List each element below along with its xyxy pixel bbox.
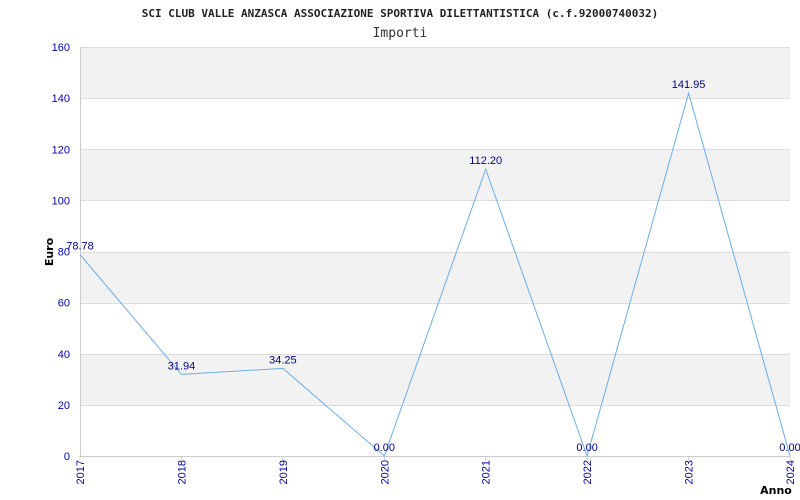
x-tick-label: 2018 <box>176 460 188 484</box>
data-label: 0.00 <box>576 442 597 454</box>
y-tick-label: 100 <box>52 195 70 207</box>
data-label: 0.00 <box>779 442 800 454</box>
y-tick-label: 120 <box>52 144 70 156</box>
x-tick-label: 2019 <box>278 460 290 484</box>
x-tick-label: 2020 <box>379 460 391 484</box>
y-tick-label: 40 <box>58 349 70 361</box>
plot-area: 0204060801001201401602017 2018 2019 2020 202… <box>52 42 800 484</box>
y-tick-label: 140 <box>52 93 70 105</box>
y-axis-title: Euro <box>43 237 56 266</box>
y-tick-label: 20 <box>58 400 70 412</box>
data-label: 141.95 <box>672 79 706 91</box>
x-tick-label: 2017 <box>75 460 87 484</box>
data-label: 0.00 <box>374 442 395 454</box>
x-axis-title: Anno <box>760 484 792 497</box>
data-label: 112.20 <box>469 155 502 167</box>
y-tick-label: 160 <box>52 42 70 54</box>
y-tick-label: 0 <box>64 451 70 463</box>
x-tick-label: 2024 <box>785 460 797 484</box>
x-tick-label: 2021 <box>481 460 493 484</box>
data-label: 31.94 <box>168 360 196 372</box>
chart-subtitle: Importi <box>373 26 428 41</box>
grid-band <box>80 251 790 303</box>
data-label: 34.25 <box>269 354 297 366</box>
x-tick-label: 2022 <box>582 460 594 484</box>
grid-band <box>80 149 790 201</box>
chart-title: SCI CLUB VALLE ANZASCA ASSOCIAZIONE SPOR… <box>142 7 659 20</box>
y-tick-label: 60 <box>58 298 70 310</box>
data-label: 78.78 <box>66 241 94 253</box>
x-tick-label: 2023 <box>684 460 696 484</box>
line-chart: SCI CLUB VALLE ANZASCA ASSOCIAZIONE SPOR… <box>43 7 800 497</box>
